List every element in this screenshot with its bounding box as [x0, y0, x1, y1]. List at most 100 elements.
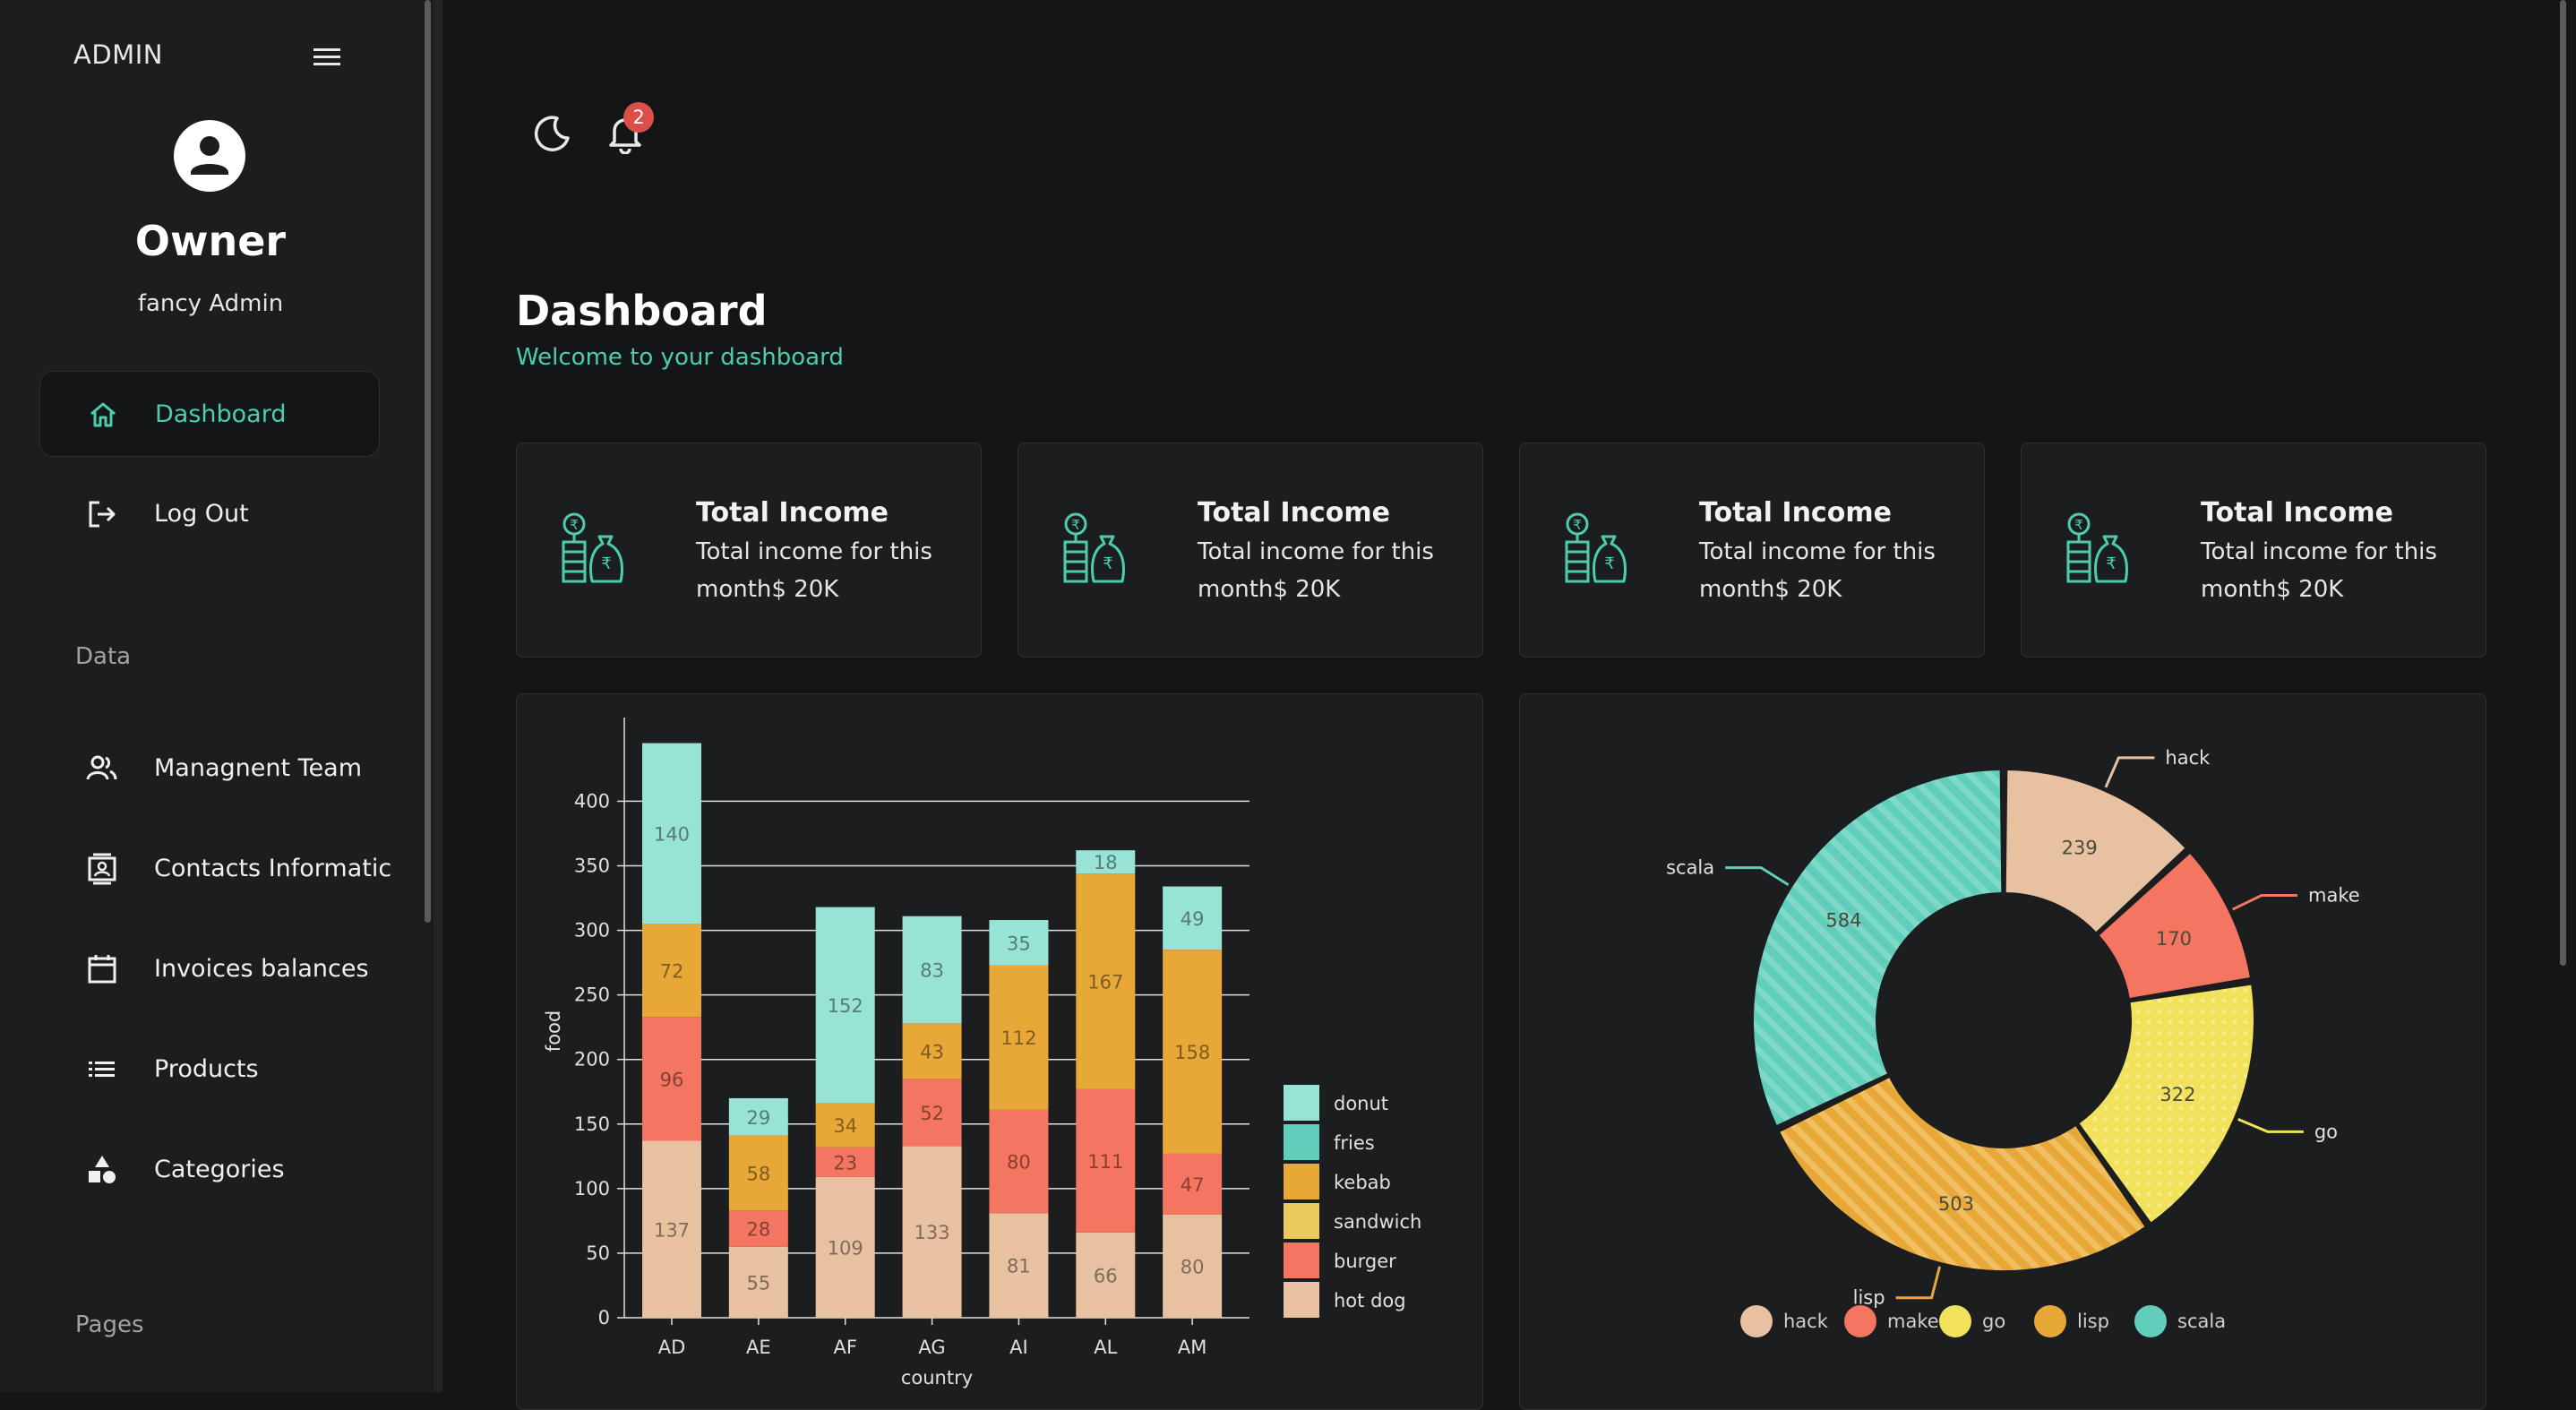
dark-mode-toggle-icon[interactable] — [530, 111, 573, 154]
bar-value-label: 47 — [1181, 1174, 1205, 1196]
stat-card: ₹ ₹ Total Income Total income for this mont… — [516, 443, 982, 658]
stat-card: ₹ ₹ Total Income Total income for this mont… — [1519, 443, 1985, 658]
main-scrollbar[interactable] — [2560, 0, 2566, 966]
section-label-data: Data — [75, 643, 132, 670]
slice-value-label: 503 — [1938, 1193, 1974, 1215]
home-icon — [90, 402, 116, 427]
shapes-icon — [89, 1156, 116, 1183]
legend-swatch[interactable] — [1844, 1305, 1876, 1337]
legend-swatch[interactable] — [1284, 1282, 1319, 1318]
bar-value-label: 23 — [833, 1152, 857, 1174]
bar-value-label: 58 — [746, 1164, 770, 1185]
sidebar-item-label: Contacts Informatic — [154, 855, 392, 882]
sidebar-item-products[interactable]: Products — [39, 1027, 380, 1113]
legend-swatch[interactable] — [2134, 1305, 2167, 1337]
legend-label: kebab — [1334, 1172, 1391, 1193]
bar-chart-legend: donut fries kebab sandwich burger hot dog — [1284, 1085, 1421, 1318]
legend-label: hot dog — [1334, 1290, 1406, 1311]
slice-value-label: 239 — [2062, 838, 2098, 859]
sidebar-item-label: Products — [154, 1055, 259, 1083]
calendar-icon — [88, 955, 116, 984]
donut-slice-scala[interactable] — [1752, 769, 2004, 1128]
brand-label: ADMIN — [73, 39, 163, 70]
svg-text:₹: ₹ — [2106, 555, 2116, 573]
legend-label: lisp — [2077, 1311, 2109, 1332]
y-tick-label: 100 — [574, 1178, 610, 1199]
money-bags-icon: ₹₹ — [1565, 512, 1627, 583]
slice-outer-label: lisp — [1853, 1287, 1885, 1309]
sidebar-item-management-team[interactable]: Managnent Team — [39, 726, 380, 812]
legend-swatch[interactable] — [1284, 1124, 1319, 1160]
legend-label: scala — [2177, 1311, 2226, 1332]
bar-value-label: 112 — [1000, 1027, 1036, 1049]
bar-series: 137 96 72 140 55 28 58 29 109 23 34 152 133 52 43 83 81 8… — [642, 743, 1223, 1318]
stat-title: Total Income — [2201, 497, 2393, 529]
legend-label: donut — [1334, 1093, 1388, 1114]
bar-value-label: 96 — [660, 1069, 684, 1090]
bar-chart-card: 0 50 100 150 200 250 300 350 400 food AD AE AF AG AI AL… — [516, 693, 1483, 1410]
slice-link-line — [2237, 1117, 2304, 1133]
sidebar-item-dashboard[interactable]: Dashboard — [39, 371, 380, 457]
y-tick-label: 200 — [574, 1049, 610, 1070]
y-tick-label: 250 — [574, 984, 610, 1006]
sidebar-item-label: Log Out — [154, 500, 249, 528]
bar-value-label: 140 — [654, 823, 690, 845]
profile-name: Owner — [134, 217, 287, 265]
bar-value-label: 29 — [746, 1107, 770, 1129]
legend-swatch[interactable] — [1939, 1305, 1971, 1337]
slice-link-line — [1895, 1266, 1942, 1300]
bar-value-label: 80 — [1181, 1256, 1205, 1277]
legend-label: burger — [1334, 1251, 1396, 1272]
slice-outer-label: make — [2308, 885, 2360, 907]
notification-badge: 2 — [623, 102, 654, 133]
y-tick-label: 0 — [598, 1307, 610, 1328]
stat-description: Total income for this month$ 20K — [696, 538, 932, 603]
legend-label: go — [1982, 1311, 2005, 1332]
slice-value-label: 584 — [1825, 910, 1861, 932]
bar-value-label: 83 — [920, 960, 944, 982]
sidebar-divider — [434, 0, 442, 1392]
slice-outer-label: go — [2314, 1121, 2338, 1142]
slice-value-label: 322 — [2160, 1084, 2195, 1105]
sidebar: ADMIN Owner fancy Admin Dashboard Log Ou… — [0, 0, 434, 1392]
svg-text:₹: ₹ — [570, 517, 579, 533]
legend-label: fries — [1334, 1132, 1375, 1154]
people-icon — [86, 755, 117, 780]
donut-legend: hack make go lisp scala — [1740, 1305, 2226, 1337]
slice-value-label: 170 — [2156, 928, 2192, 950]
contacts-icon — [88, 853, 116, 885]
bar-value-label: 152 — [828, 995, 863, 1017]
bar-value-label: 18 — [1094, 852, 1118, 873]
y-tick-label: 150 — [574, 1113, 610, 1135]
legend-swatch[interactable] — [1740, 1305, 1773, 1337]
sidebar-item-invoices[interactable]: Invoices balances — [39, 926, 380, 1012]
logout-icon — [89, 501, 116, 528]
avatar[interactable] — [174, 120, 245, 192]
stat-description: Total income for this month$ 20K — [1198, 538, 1434, 603]
sidebar-item-contacts[interactable]: Contacts Informatic — [39, 826, 391, 912]
slice-outer-label: hack — [2165, 747, 2211, 769]
legend-swatch[interactable] — [1284, 1203, 1319, 1239]
legend-swatch[interactable] — [1284, 1085, 1319, 1121]
bar-value-label: 52 — [920, 1103, 944, 1124]
stacked-bar-chart: 0 50 100 150 200 250 300 350 400 food AD AE AF AG AI AL… — [543, 718, 1421, 1389]
y-tick-label: 300 — [574, 920, 610, 941]
bar-value-label: 43 — [920, 1041, 944, 1062]
menu-toggle-button[interactable] — [310, 43, 346, 72]
sidebar-item-categories[interactable]: Categories — [39, 1127, 380, 1213]
sidebar-item-label: Categories — [154, 1156, 285, 1183]
sidebar-item-logout[interactable]: Log Out — [39, 471, 380, 557]
legend-swatch[interactable] — [1284, 1164, 1319, 1199]
legend-swatch[interactable] — [1284, 1242, 1319, 1278]
sidebar-scrollbar[interactable] — [425, 0, 431, 923]
sidebar-item-label: Managnent Team — [154, 754, 363, 782]
x-tick-label: AD — [658, 1337, 686, 1358]
bar-value-label: 49 — [1181, 908, 1205, 930]
stat-description: Total income for this month$ 20K — [1699, 538, 1936, 603]
x-tick-label: AL — [1094, 1337, 1117, 1358]
donut-slice-lisp[interactable] — [1777, 1075, 2148, 1272]
bar-value-label: 137 — [654, 1219, 690, 1241]
legend-swatch[interactable] — [2034, 1305, 2066, 1337]
hamburger-icon — [313, 48, 340, 65]
pie-chart-card: 239 hack 170 make 322 go 503 lisp 584 scala hack ma… — [1519, 693, 2486, 1410]
